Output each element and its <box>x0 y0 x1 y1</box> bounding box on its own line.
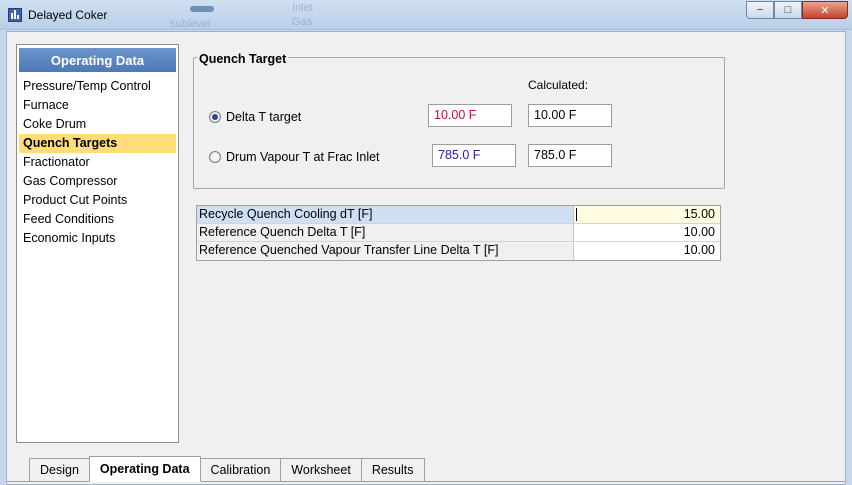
grid-row-value[interactable]: 10.00 <box>574 224 720 241</box>
delta-t-target-label: Delta T target <box>226 110 302 124</box>
tab-worksheet[interactable]: Worksheet <box>280 458 362 482</box>
delta-t-target-radio[interactable] <box>209 111 221 123</box>
close-button[interactable]: ✕ <box>802 1 848 19</box>
nav-list: Pressure/Temp Control Furnace Coke Drum … <box>19 77 176 248</box>
text-cursor <box>576 208 577 221</box>
grid-row-label: Reference Quenched Vapour Transfer Line … <box>197 242 574 260</box>
calculated-label: Calculated: <box>528 78 589 92</box>
delta-t-target-option[interactable]: Delta T target <box>209 110 301 124</box>
nav-header: Operating Data <box>19 48 176 72</box>
window-client-area: Operating Data Pressure/Temp Control Fur… <box>6 31 846 485</box>
nav-item-economic-inputs[interactable]: Economic Inputs <box>19 229 176 248</box>
drum-vapour-radio[interactable] <box>209 151 221 163</box>
nav-item-feed-conditions[interactable]: Feed Conditions <box>19 210 176 229</box>
grid-row: Reference Quenched Vapour Transfer Line … <box>197 242 720 260</box>
tab-operating-data[interactable]: Operating Data <box>88 456 201 482</box>
nav-item-coke-drum[interactable]: Coke Drum <box>19 115 176 134</box>
grid-row-value-text: 15.00 <box>683 207 715 221</box>
background-text: sublevel <box>170 18 211 30</box>
app-icon <box>8 8 22 22</box>
grid-row-value[interactable]: 15.00 <box>574 206 720 223</box>
grid-row: Reference Quench Delta T [F] 10.00 <box>197 224 720 242</box>
nav-item-pressure-temp-control[interactable]: Pressure/Temp Control <box>19 77 176 96</box>
drum-vapour-option[interactable]: Drum Vapour T at Frac Inlet <box>209 150 380 164</box>
maximize-button[interactable]: □ <box>774 1 802 19</box>
delta-t-calculated-field: 10.00 F <box>528 104 612 127</box>
quench-target-title: Quench Target <box>197 52 289 66</box>
background-text: Gas <box>292 16 313 28</box>
grid-row: Recycle Quench Cooling dT [F] 15.00 <box>197 206 720 224</box>
tab-design[interactable]: Design <box>29 458 90 482</box>
grid-row-value[interactable]: 10.00 <box>574 242 720 260</box>
tab-calibration[interactable]: Calibration <box>199 458 282 482</box>
grid-row-label: Recycle Quench Cooling dT [F] <box>197 206 574 223</box>
drum-vapour-input[interactable]: 785.0 F <box>432 144 516 167</box>
operating-data-nav: Operating Data Pressure/Temp Control Fur… <box>16 44 179 443</box>
nav-item-gas-compressor[interactable]: Gas Compressor <box>19 172 176 191</box>
nav-item-fractionator[interactable]: Fractionator <box>19 153 176 172</box>
title-bar[interactable]: Delayed Coker sublevel Inlet Gas − □ ✕ <box>0 0 852 30</box>
nav-item-furnace[interactable]: Furnace <box>19 96 176 115</box>
nav-item-product-cut-points[interactable]: Product Cut Points <box>19 191 176 210</box>
drum-vapour-label: Drum Vapour T at Frac Inlet <box>226 150 380 164</box>
background-window-fragment <box>190 6 214 12</box>
window-title: Delayed Coker <box>28 8 108 22</box>
background-text: Inlet <box>292 2 313 14</box>
delta-t-target-input[interactable]: 10.00 F <box>428 104 512 127</box>
grid-row-label: Reference Quench Delta T [F] <box>197 224 574 241</box>
tab-results[interactable]: Results <box>360 458 425 482</box>
tab-strip: Design Operating Data Calibration Worksh… <box>29 456 425 482</box>
nav-item-quench-targets[interactable]: Quench Targets <box>19 134 176 153</box>
drum-vapour-calculated-field: 785.0 F <box>528 144 612 167</box>
quench-parameters-grid: Recycle Quench Cooling dT [F] 15.00 Refe… <box>196 205 721 261</box>
minimize-button[interactable]: − <box>746 1 774 19</box>
